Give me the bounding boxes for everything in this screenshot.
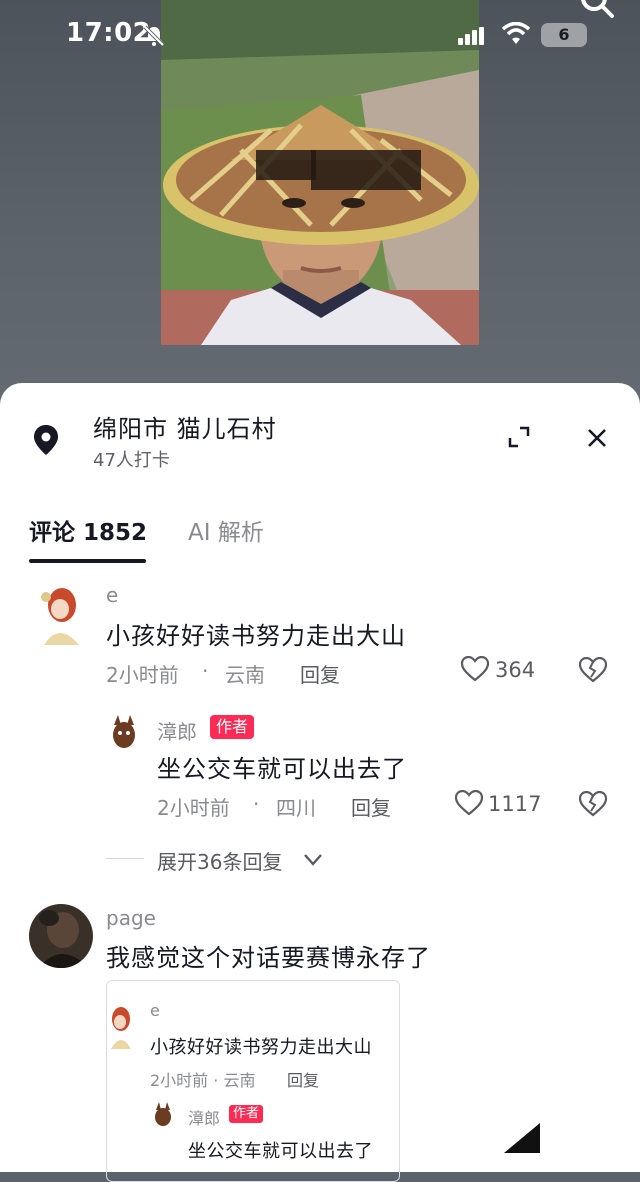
status-time: 17:02 — [66, 18, 152, 48]
reply-username[interactable]: 漳郎 — [157, 716, 197, 745]
battery-icon: 6 — [541, 23, 587, 47]
avatar — [150, 1101, 176, 1127]
avatar[interactable] — [34, 583, 84, 645]
search-icon[interactable] — [578, 0, 618, 26]
active-tab-indicator — [29, 559, 146, 563]
video-thumbnail[interactable] — [161, 0, 479, 345]
avatar[interactable] — [29, 904, 93, 968]
like-count: 1117 — [488, 792, 542, 816]
expand-divider — [106, 858, 144, 859]
meta-separator: · — [202, 659, 209, 683]
reply-text: 坐公交车就可以出去了 — [157, 755, 407, 783]
quoted-reply-label: 回复 — [287, 1071, 320, 1090]
comment-text: 小孩好好读书努力走出大山 — [106, 622, 406, 650]
like-count: 364 — [495, 658, 536, 682]
location-checkin-count: 47人打卡 — [93, 450, 170, 471]
location-title[interactable]: 绵阳市 猫儿石村 — [93, 409, 277, 444]
expand-icon[interactable] — [508, 426, 530, 452]
location-pin-icon — [34, 425, 58, 459]
meta-separator: · — [253, 792, 260, 816]
cellular-signal-icon — [458, 27, 486, 49]
avatar[interactable] — [106, 713, 142, 749]
quoted-reply-text: 坐公交车就可以出去了 — [188, 1141, 373, 1162]
reply-button[interactable]: 回复 — [351, 792, 391, 821]
comment-region: 云南 — [225, 663, 265, 687]
tab-ai-analysis[interactable]: AI 解析 — [188, 513, 264, 547]
reply-time: 2小时前 — [157, 796, 230, 820]
wifi-icon — [501, 21, 531, 48]
author-badge: 作者 — [229, 1105, 264, 1123]
quoted-reply-username: 漳郎 — [188, 1109, 221, 1128]
comment-username[interactable]: e — [106, 583, 118, 607]
quoted-username: e — [150, 1001, 160, 1020]
quoted-text: 小孩好好读书努力走出大山 — [150, 1037, 372, 1058]
quoted-meta: 2小时前 · 云南 — [150, 1071, 256, 1090]
bell-slash-icon — [142, 24, 166, 52]
comment-time: 2小时前 — [106, 663, 179, 687]
reply-button[interactable]: 回复 — [300, 659, 340, 688]
dislike-icon[interactable] — [578, 656, 608, 687]
quoted-comment-card[interactable]: e 小孩好好读书努力走出大山 2小时前 · 云南 回复 漳郎 作者 坐公交车就可… — [106, 980, 400, 1182]
expand-replies-button[interactable]: 展开36条回复 — [157, 846, 282, 875]
comment-text: 我感觉这个对话要赛博永存了 — [106, 944, 431, 972]
dislike-icon[interactable] — [578, 790, 608, 821]
heart-icon[interactable] — [460, 655, 490, 686]
chevron-down-icon[interactable] — [303, 852, 323, 871]
heart-icon[interactable] — [454, 789, 484, 820]
author-badge: 作者 — [210, 715, 255, 739]
watermark-triangle-icon — [504, 1123, 540, 1157]
tab-comments[interactable]: 评论 1852 — [29, 513, 147, 547]
comment-sheet: 绵阳市 猫儿石村 47人打卡 评论 1852 AI 解析 e 小孩好好读书努力走… — [0, 383, 640, 1182]
close-icon[interactable] — [587, 428, 607, 452]
reply-region: 四川 — [276, 796, 316, 820]
avatar — [107, 1003, 131, 1049]
comment-username[interactable]: page — [106, 906, 156, 930]
